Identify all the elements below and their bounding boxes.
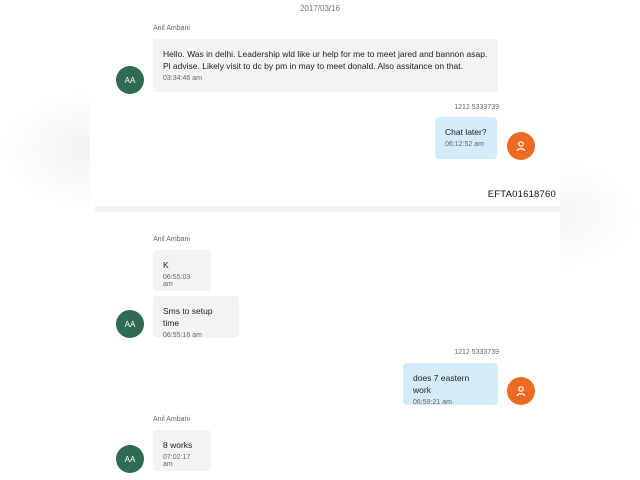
message-text: 8 works (163, 440, 193, 450)
message-text: K (163, 260, 169, 270)
self-avatar (507, 377, 535, 405)
person-icon (516, 386, 526, 397)
conversation-date: 2017/03/16 (299, 4, 341, 13)
message-text: Sms to setup time (163, 306, 213, 328)
message-bubble-outgoing: does 7 eastern work 06:59:21 am (403, 363, 498, 406)
message-bubble-incoming: 8 works 07:02:17 am (153, 430, 211, 471)
sender-label: 1212 5333739 (454, 349, 499, 356)
sender-label: Anil Ambani (153, 416, 190, 423)
message-time: 06:12:52 am (445, 141, 484, 148)
message-text: Chat later? (445, 127, 487, 137)
message-text-line: Hello. Was in delhi. Leadership wld like… (163, 49, 488, 59)
self-avatar (507, 132, 535, 160)
message-time: 06:55:03 am (163, 274, 191, 288)
message-bubble-incoming: Sms to setup time 06:55:16 am (153, 296, 239, 339)
message-bubble-incoming: K 06:55:03 am (153, 250, 211, 291)
page-shadow-left (0, 90, 90, 210)
contact-avatar: AA (116, 310, 144, 338)
sender-label: 1212 5333739 (454, 104, 499, 111)
sender-label: Anil Ambani (153, 25, 190, 32)
message-text: does 7 eastern work (413, 373, 470, 395)
document-reference-number: EFTA01618760 (487, 189, 556, 200)
message-time: 07:02:17 am (163, 454, 191, 468)
person-icon (516, 141, 526, 152)
contact-avatar: AA (116, 66, 144, 94)
message-bubble-incoming: Hello. Was in delhi. Leadership wld like… (153, 39, 498, 92)
page-shadow-right (560, 160, 640, 270)
sender-label: Anil Ambani (153, 236, 190, 243)
message-bubble-outgoing: Chat later? 06:12:52 am (435, 117, 497, 159)
contact-avatar: AA (116, 445, 144, 473)
message-text-line: Pl advise. Likely visit to dc by pm in m… (163, 61, 464, 71)
message-time: 03:34:46 am (163, 75, 202, 82)
message-time: 06:55:16 am (163, 332, 202, 339)
message-time: 06:59:21 am (413, 399, 452, 406)
page-separator (95, 206, 560, 212)
